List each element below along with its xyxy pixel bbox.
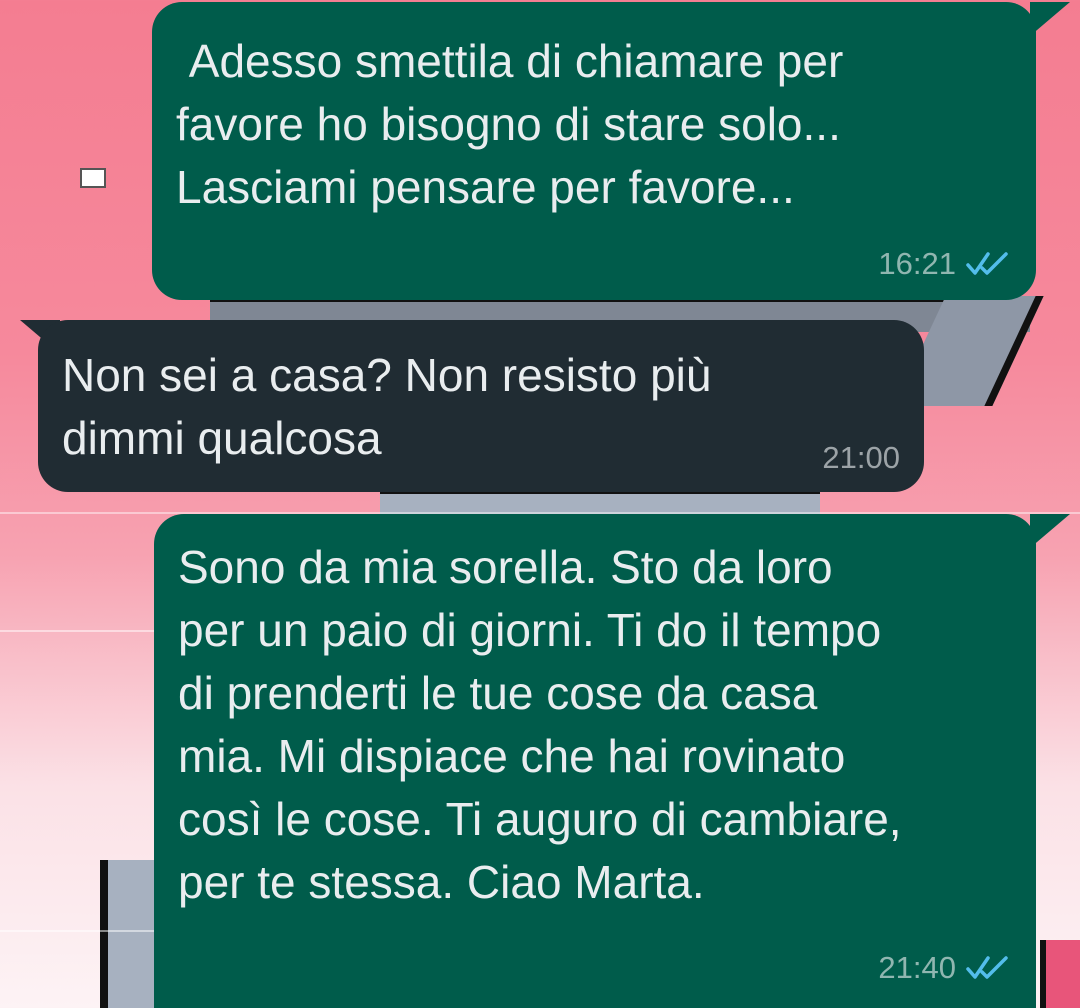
- bubble-tail: [1030, 2, 1070, 36]
- message-meta: 21:40: [878, 950, 1010, 986]
- message-text: Adesso smettila di chiamare per favore h…: [176, 35, 844, 213]
- message-bubble-outgoing[interactable]: Adesso smettila di chiamare per favore h…: [152, 2, 1036, 300]
- message-bubble-incoming[interactable]: Non sei a casa? Non resisto più dimmi qu…: [38, 320, 924, 492]
- wallpaper-line: [0, 630, 160, 632]
- message-text: Sono da mia sorella. Sto da loro per un …: [178, 541, 902, 908]
- wallpaper-pixel: [80, 168, 106, 188]
- double-check-read-icon: [966, 252, 1008, 275]
- wallpaper-line: [0, 930, 160, 932]
- bubble-tail: [1030, 514, 1070, 548]
- message-time: 21:40: [878, 950, 956, 985]
- message-text: Non sei a casa? Non resisto più dimmi qu…: [62, 349, 712, 464]
- message-meta: 21:00: [822, 440, 900, 476]
- double-check-read-icon: [966, 956, 1008, 979]
- message-bubble-outgoing[interactable]: Sono da mia sorella. Sto da loro per un …: [154, 514, 1036, 1008]
- message-meta: 16:21: [878, 246, 1010, 282]
- message-time: 21:00: [822, 440, 900, 475]
- message-time: 16:21: [878, 246, 956, 281]
- wallpaper-shape: [1040, 940, 1080, 1008]
